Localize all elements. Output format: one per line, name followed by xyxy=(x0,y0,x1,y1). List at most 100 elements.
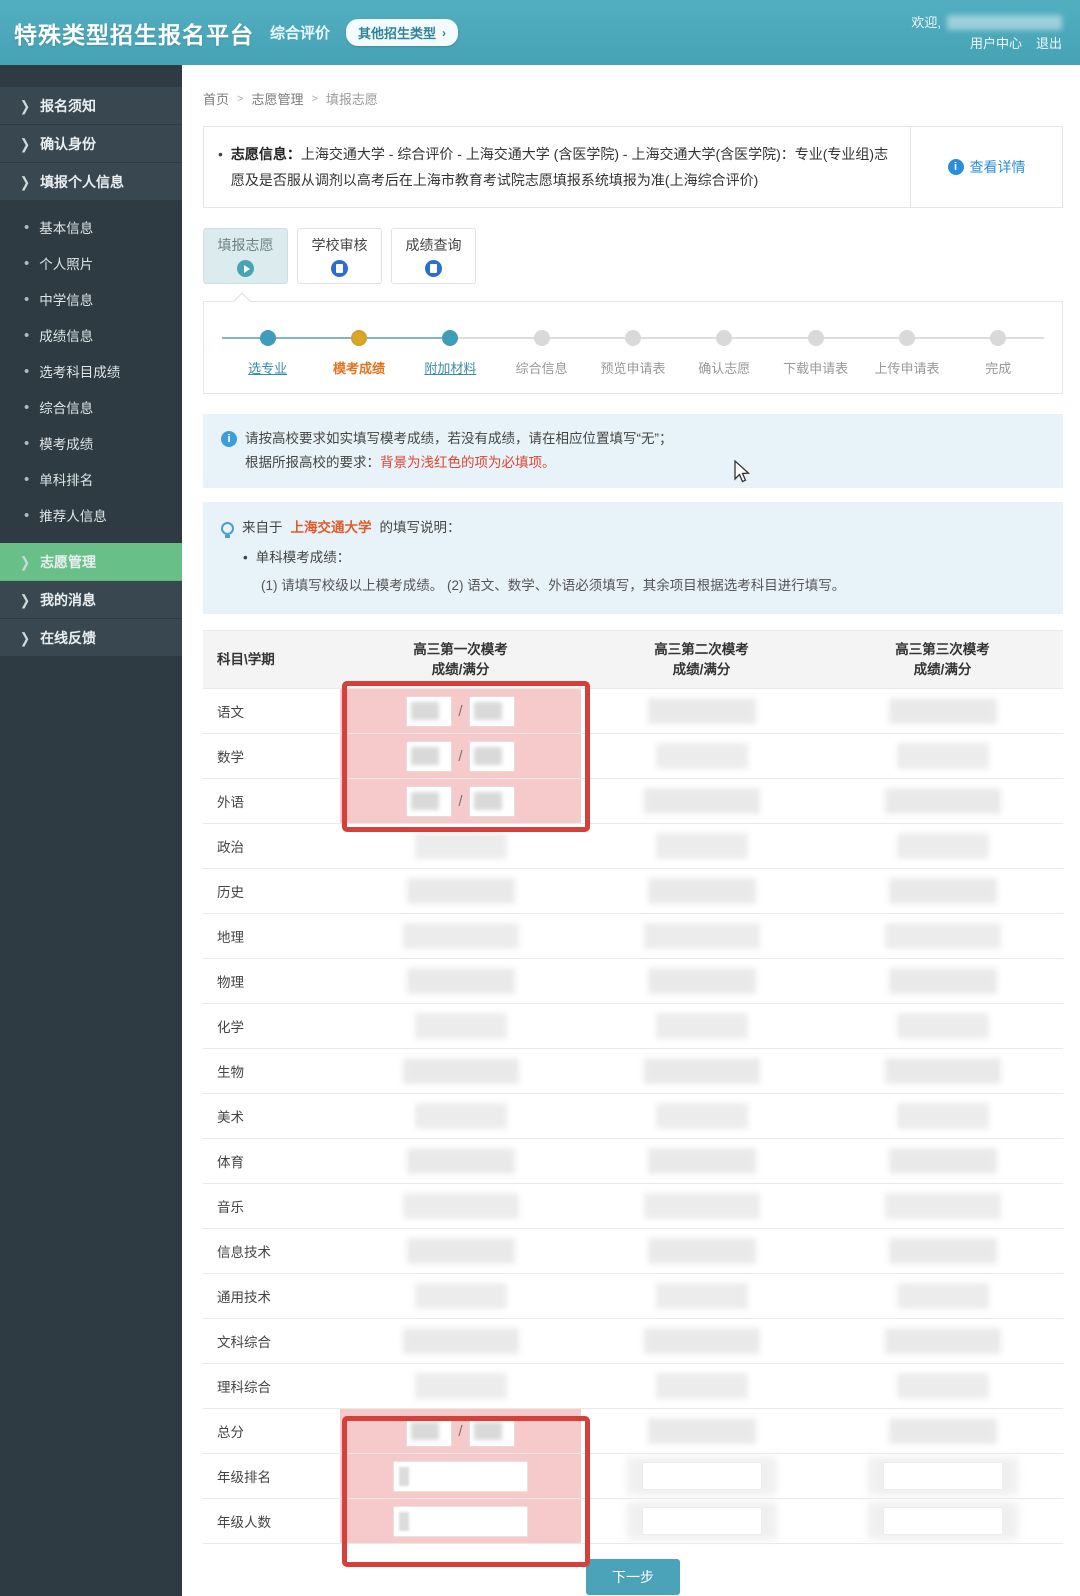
volunteer-info-label: 志愿信息： xyxy=(230,146,301,162)
redacted-score xyxy=(896,1373,989,1399)
app-subtitle: 综合评价 xyxy=(270,25,331,42)
logout-link[interactable]: 退出 xyxy=(1036,33,1062,54)
bullet-icon: • xyxy=(24,470,30,488)
score-cell xyxy=(822,1138,1063,1184)
step-2[interactable]: 附加材料 xyxy=(404,330,496,377)
score-cell xyxy=(581,1453,822,1499)
sidebar-subitem-3[interactable]: • 基本信息 xyxy=(0,209,182,245)
text-input[interactable] xyxy=(393,1460,528,1492)
breadcrumb-home[interactable]: 首页 xyxy=(203,89,229,108)
subject-label: 理科综合 xyxy=(203,1363,340,1409)
sidebar-subitem-9[interactable]: • 模考成绩 xyxy=(0,425,182,461)
step-4: 预览申请表 xyxy=(587,330,679,377)
tab-2[interactable]: 成绩查询 xyxy=(391,228,476,284)
subject-label: 文科综合 xyxy=(203,1318,340,1364)
score-cell xyxy=(822,1363,1063,1409)
step-label: 选专业 xyxy=(248,361,288,376)
score-cell xyxy=(340,1138,581,1184)
breadcrumb: 首页 > 志愿管理 > 填报志愿 xyxy=(203,89,1063,108)
sidebar-nav: ❯ 报名须知 ❯ 确认身份 ❯ 填报个人信息 • 基本信息 • 个人照片 • 中学信息 • 成绩信息 • 选考… xyxy=(0,65,182,1596)
sidebar-subitem-8[interactable]: • 综合信息 xyxy=(0,389,182,425)
sidebar-item-0[interactable]: ❯ 报名须知 xyxy=(0,87,182,125)
fullmark-input[interactable] xyxy=(468,695,515,727)
table-row-14: 文科综合 xyxy=(203,1318,1063,1364)
progress-stepper: 选专业 模考成绩 附加材料 综合信息 预览申请表 确认志愿 下载申请表 上传申请表 完成 xyxy=(203,292,1063,394)
score-input[interactable] xyxy=(406,740,453,772)
sidebar-subitem-10[interactable]: • 单科排名 xyxy=(0,461,182,497)
redacted-score xyxy=(884,923,1001,949)
text-input[interactable] xyxy=(882,1507,1003,1535)
view-details-link[interactable]: i 查看详情 xyxy=(910,127,1062,207)
play-icon xyxy=(237,260,254,277)
redacted-score xyxy=(643,923,760,949)
redacted-score xyxy=(643,788,760,814)
sidebar-subitem-7[interactable]: • 选考科目成绩 xyxy=(0,353,182,389)
score-cell xyxy=(822,1408,1063,1454)
col-header-exam2: 高三第二次模考 成绩/满分 xyxy=(581,630,822,689)
sidebar-item-1[interactable]: ❯ 确认身份 xyxy=(0,125,182,163)
bullet-icon: • xyxy=(24,506,30,524)
user-center-link[interactable]: 用户中心 xyxy=(970,33,1022,54)
redacted-value xyxy=(411,1422,440,1440)
other-enroll-types-button[interactable]: 其他招生类型 › xyxy=(346,19,459,46)
score-input[interactable] xyxy=(406,1415,453,1447)
mock-score-table: 科目\学期 高三第一次模考 成绩/满分 高三第二次模考 成绩/满分 高三第三次模考成… xyxy=(203,630,1063,1544)
redacted-score xyxy=(896,1103,989,1129)
next-step-button[interactable]: 下一步 xyxy=(586,1559,680,1595)
score-cell xyxy=(822,1498,1063,1544)
score-cell xyxy=(581,1003,822,1049)
redacted-score xyxy=(655,1373,748,1399)
redacted-value xyxy=(473,747,502,765)
redacted-score xyxy=(643,1328,760,1354)
sidebar-item-label: 在线反馈 xyxy=(40,629,97,646)
score-cell xyxy=(581,1228,822,1274)
sidebar-subitem-11[interactable]: • 推荐人信息 xyxy=(0,497,182,533)
audit-icon xyxy=(331,260,348,277)
score-cell xyxy=(340,868,581,914)
text-input[interactable] xyxy=(882,1462,1003,1490)
stepper-notch xyxy=(233,292,251,310)
score-input[interactable] xyxy=(406,695,453,727)
mouse-cursor xyxy=(734,460,751,483)
score-cell xyxy=(581,1498,822,1544)
score-cell xyxy=(822,1093,1063,1139)
redacted-score xyxy=(402,1058,519,1084)
fullmark-input[interactable] xyxy=(468,740,515,772)
from-suffix: 的填写说明： xyxy=(379,520,461,535)
tab-0[interactable]: 填报志愿 xyxy=(203,228,288,284)
sidebar-subitem-6[interactable]: • 成绩信息 xyxy=(0,317,182,353)
step-dot-icon xyxy=(442,330,459,346)
step-3: 综合信息 xyxy=(495,330,588,377)
score-input[interactable] xyxy=(406,785,453,817)
fullmark-input[interactable] xyxy=(468,1415,515,1447)
text-input[interactable] xyxy=(641,1462,762,1490)
score-cell xyxy=(822,688,1063,734)
notice-line2-required-hint: 背景为浅红色的项为必填项。 xyxy=(380,455,556,470)
sidebar-item-label: 志愿管理 xyxy=(40,553,97,570)
tab-label: 成绩查询 xyxy=(405,237,462,253)
step-0[interactable]: 选专业 xyxy=(222,330,314,377)
subject-label: 生物 xyxy=(203,1048,340,1094)
text-input[interactable] xyxy=(641,1507,762,1535)
redacted-score xyxy=(414,1283,507,1309)
fullmark-input[interactable] xyxy=(468,785,515,817)
table-row-11: 音乐 xyxy=(203,1183,1063,1229)
text-input[interactable] xyxy=(393,1505,528,1537)
breadcrumb-volunteer-mgmt[interactable]: 志愿管理 xyxy=(251,89,303,108)
bullet-icon: • xyxy=(24,434,30,452)
sidebar-item-14[interactable]: ❯ 在线反馈 xyxy=(0,619,182,657)
sidebar-subitem-4[interactable]: • 个人照片 xyxy=(0,245,182,281)
step-5: 确认志愿 xyxy=(678,330,770,377)
subject-label: 年级人数 xyxy=(203,1498,340,1544)
sidebar-subitem-5[interactable]: • 中学信息 xyxy=(0,281,182,317)
score-cell xyxy=(581,1318,822,1364)
redacted-score xyxy=(647,1148,756,1174)
chevron-right-icon: ❯ xyxy=(20,135,31,152)
redacted-score xyxy=(414,1103,507,1129)
sidebar-item-12[interactable]: ❯ 志愿管理 xyxy=(0,543,182,581)
sidebar-item-13[interactable]: ❯ 我的消息 xyxy=(0,581,182,619)
redacted-score xyxy=(884,1328,1001,1354)
redacted-score xyxy=(888,1148,997,1174)
tab-1[interactable]: 学校审核 xyxy=(297,228,382,284)
sidebar-item-2[interactable]: ❯ 填报个人信息 xyxy=(0,163,182,201)
